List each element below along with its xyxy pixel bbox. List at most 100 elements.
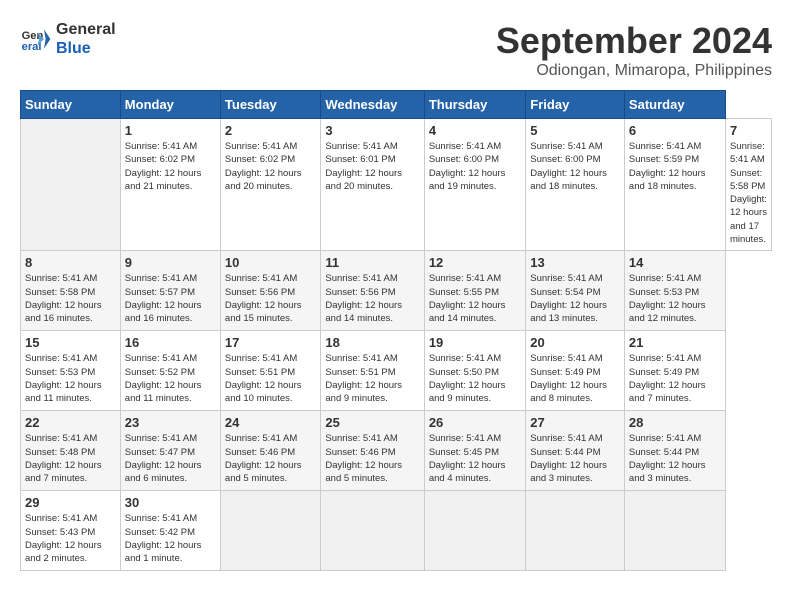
calendar-cell: 25 Sunrise: 5:41 AMSunset: 5:46 PMDayligh…: [321, 411, 424, 491]
day-info: Sunrise: 5:41 AMSunset: 6:00 PMDaylight:…: [530, 140, 620, 193]
day-number: 21: [629, 335, 721, 350]
day-info: Sunrise: 5:41 AMSunset: 6:02 PMDaylight:…: [225, 140, 316, 193]
calendar-cell: 5 Sunrise: 5:41 AMSunset: 6:00 PMDaylight…: [526, 119, 625, 251]
calendar-table: SundayMondayTuesdayWednesdayThursdayFrid…: [20, 90, 772, 571]
calendar-cell: 18Sunrise: 5:41 AMSunset: 5:51 PMDayligh…: [321, 331, 424, 411]
day-number: 13: [530, 255, 620, 270]
calendar-week-row: 22 Sunrise: 5:41 AMSunset: 5:48 PMDayligh…: [21, 411, 772, 491]
calendar-cell: [424, 491, 525, 571]
day-number: 3: [325, 123, 419, 138]
day-info: Sunrise: 5:41 AMSunset: 5:57 PMDaylight:…: [125, 272, 216, 325]
day-info: Sunrise: 5:41 AMSunset: 5:54 PMDaylight:…: [530, 272, 620, 325]
calendar-cell: 1 Sunrise: 5:41 AMSunset: 6:02 PMDaylight…: [120, 119, 220, 251]
weekday-header-tuesday: Tuesday: [220, 91, 320, 119]
day-info: Sunrise: 5:41 AMSunset: 5:46 PMDaylight:…: [225, 432, 316, 485]
calendar-week-row: 8 Sunrise: 5:41 AMSunset: 5:58 PMDaylight…: [21, 251, 772, 331]
calendar-cell: 21 Sunrise: 5:41 AMSunset: 5:49 PMDayligh…: [624, 331, 725, 411]
calendar-cell: 7 Sunrise: 5:41 AMSunset: 5:58 PMDaylight…: [725, 119, 771, 251]
day-number: 17: [225, 335, 316, 350]
calendar-cell: 9 Sunrise: 5:41 AMSunset: 5:57 PMDaylight…: [120, 251, 220, 331]
day-info: Sunrise: 5:41 AMSunset: 6:01 PMDaylight:…: [325, 140, 419, 193]
day-info: Sunrise: 5:41 AMSunset: 5:49 PMDaylight:…: [530, 352, 620, 405]
day-number: 22: [25, 415, 116, 430]
day-info: Sunrise: 5:41 AMSunset: 5:47 PMDaylight:…: [125, 432, 216, 485]
day-info: Sunrise: 5:41 AMSunset: 5:45 PMDaylight:…: [429, 432, 521, 485]
day-info: Sunrise: 5:41 AMSunset: 5:52 PMDaylight:…: [125, 352, 216, 405]
day-number: 30: [125, 495, 216, 510]
day-number: 10: [225, 255, 316, 270]
day-info: Sunrise: 5:41 AMSunset: 5:53 PMDaylight:…: [629, 272, 721, 325]
calendar-cell: 3 Sunrise: 5:41 AMSunset: 6:01 PMDaylight…: [321, 119, 424, 251]
weekday-header-sunday: Sunday: [21, 91, 121, 119]
day-info: Sunrise: 5:41 AMSunset: 5:50 PMDaylight:…: [429, 352, 521, 405]
location-title: Odiongan, Mimaropa, Philippines: [496, 62, 772, 80]
calendar-cell: 12Sunrise: 5:41 AMSunset: 5:55 PMDayligh…: [424, 251, 525, 331]
calendar-cell: 19 Sunrise: 5:41 AMSunset: 5:50 PMDayligh…: [424, 331, 525, 411]
day-info: Sunrise: 5:41 AMSunset: 5:46 PMDaylight:…: [325, 432, 419, 485]
calendar-cell: [526, 491, 625, 571]
calendar-cell: 2 Sunrise: 5:41 AMSunset: 6:02 PMDaylight…: [220, 119, 320, 251]
page-header: Gen eral General Blue September 2024 Odi…: [20, 20, 772, 80]
weekday-header-friday: Friday: [526, 91, 625, 119]
calendar-cell: [220, 491, 320, 571]
weekday-header-monday: Monday: [120, 91, 220, 119]
logo: Gen eral General Blue: [20, 20, 116, 58]
day-info: Sunrise: 5:41 AMSunset: 5:51 PMDaylight:…: [225, 352, 316, 405]
weekday-header-saturday: Saturday: [624, 91, 725, 119]
day-number: 24: [225, 415, 316, 430]
weekday-header-wednesday: Wednesday: [321, 91, 424, 119]
day-number: 5: [530, 123, 620, 138]
calendar-cell: 13 Sunrise: 5:41 AMSunset: 5:54 PMDayligh…: [526, 251, 625, 331]
day-info: Sunrise: 5:41 AMSunset: 5:58 PMDaylight:…: [25, 272, 116, 325]
day-number: 20: [530, 335, 620, 350]
day-info: Sunrise: 5:41 AMSunset: 5:42 PMDaylight:…: [125, 512, 216, 565]
day-number: 2: [225, 123, 316, 138]
day-info: Sunrise: 5:41 AMSunset: 5:58 PMDaylight:…: [730, 140, 767, 246]
calendar-cell: 23 Sunrise: 5:41 AMSunset: 5:47 PMDayligh…: [120, 411, 220, 491]
calendar-cell: 26 Sunrise: 5:41 AMSunset: 5:45 PMDayligh…: [424, 411, 525, 491]
day-number: 25: [325, 415, 419, 430]
calendar-cell: 16 Sunrise: 5:41 AMSunset: 5:52 PMDayligh…: [120, 331, 220, 411]
calendar-cell: 30 Sunrise: 5:41 AMSunset: 5:42 PMDayligh…: [120, 491, 220, 571]
weekday-header-thursday: Thursday: [424, 91, 525, 119]
day-number: 15: [25, 335, 116, 350]
logo-line1: General: [56, 20, 116, 39]
day-info: Sunrise: 5:41 AMSunset: 5:53 PMDaylight:…: [25, 352, 116, 405]
day-info: Sunrise: 5:41 AMSunset: 6:02 PMDaylight:…: [125, 140, 216, 193]
calendar-cell: 27Sunrise: 5:41 AMSunset: 5:44 PMDayligh…: [526, 411, 625, 491]
calendar-cell: 11 Sunrise: 5:41 AMSunset: 5:56 PMDayligh…: [321, 251, 424, 331]
day-number: 19: [429, 335, 521, 350]
day-info: Sunrise: 5:41 AMSunset: 5:49 PMDaylight:…: [629, 352, 721, 405]
day-number: 14: [629, 255, 721, 270]
calendar-cell: 17 Sunrise: 5:41 AMSunset: 5:51 PMDayligh…: [220, 331, 320, 411]
title-section: September 2024 Odiongan, Mimaropa, Phili…: [496, 20, 772, 80]
logo-line2: Blue: [56, 39, 116, 58]
calendar-cell: 14 Sunrise: 5:41 AMSunset: 5:53 PMDayligh…: [624, 251, 725, 331]
calendar-week-row: 15 Sunrise: 5:41 AMSunset: 5:53 PMDayligh…: [21, 331, 772, 411]
day-number: 9: [125, 255, 216, 270]
calendar-cell: [21, 119, 121, 251]
day-number: 7: [730, 123, 767, 138]
calendar-cell: 29Sunrise: 5:41 AMSunset: 5:43 PMDayligh…: [21, 491, 121, 571]
day-number: 12: [429, 255, 521, 270]
day-info: Sunrise: 5:41 AMSunset: 5:56 PMDaylight:…: [325, 272, 419, 325]
calendar-cell: 22 Sunrise: 5:41 AMSunset: 5:48 PMDayligh…: [21, 411, 121, 491]
calendar-cell: 20 Sunrise: 5:41 AMSunset: 5:49 PMDayligh…: [526, 331, 625, 411]
month-title: September 2024: [496, 20, 772, 62]
day-info: Sunrise: 5:41 AMSunset: 6:00 PMDaylight:…: [429, 140, 521, 193]
day-number: 26: [429, 415, 521, 430]
calendar-cell: 6Sunrise: 5:41 AMSunset: 5:59 PMDaylight…: [624, 119, 725, 251]
calendar-week-row: 29Sunrise: 5:41 AMSunset: 5:43 PMDayligh…: [21, 491, 772, 571]
calendar-cell: 15 Sunrise: 5:41 AMSunset: 5:53 PMDayligh…: [21, 331, 121, 411]
day-info: Sunrise: 5:41 AMSunset: 5:59 PMDaylight:…: [629, 140, 721, 193]
day-info: Sunrise: 5:41 AMSunset: 5:44 PMDaylight:…: [530, 432, 620, 485]
day-number: 11: [325, 255, 419, 270]
day-number: 16: [125, 335, 216, 350]
day-number: 8: [25, 255, 116, 270]
day-number: 23: [125, 415, 216, 430]
logo-icon: Gen eral: [20, 23, 52, 55]
day-number: 18: [325, 335, 419, 350]
day-info: Sunrise: 5:41 AMSunset: 5:48 PMDaylight:…: [25, 432, 116, 485]
calendar-cell: 4Sunrise: 5:41 AMSunset: 6:00 PMDaylight…: [424, 119, 525, 251]
day-number: 1: [125, 123, 216, 138]
